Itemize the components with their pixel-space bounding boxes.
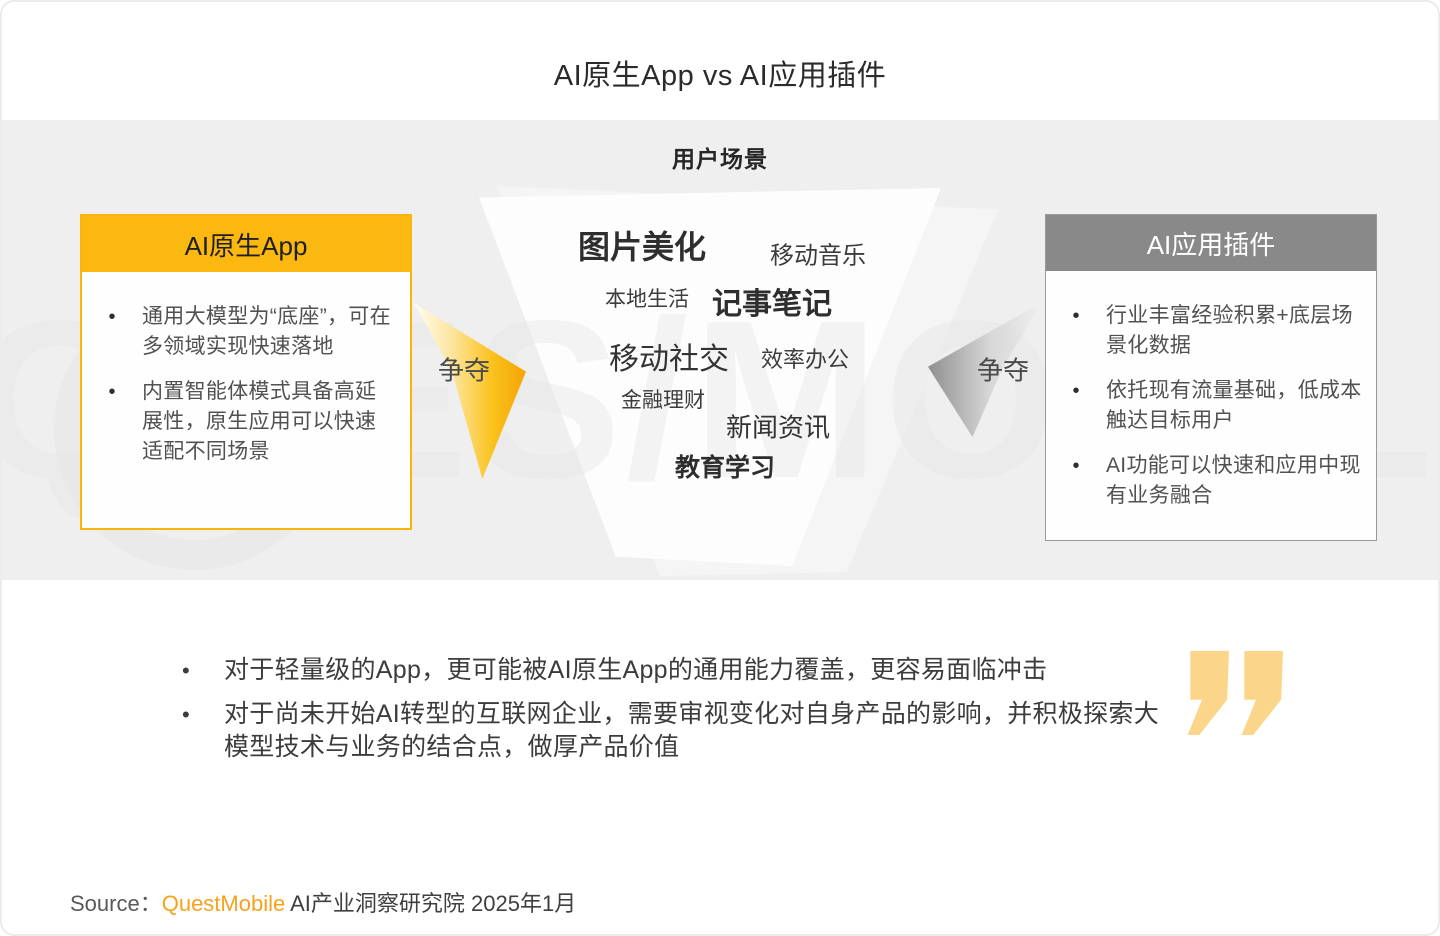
funnel-item-mobile-social: 移动社交	[609, 343, 729, 376]
closing-quote-icon	[1184, 651, 1284, 735]
funnel-item-photo-beautify: 图片美化	[577, 229, 707, 265]
scenario-heading: 用户场景	[672, 146, 768, 172]
bullet-dot-icon: •	[1072, 455, 1080, 477]
funnel-item-finance: 金融理财	[621, 389, 705, 412]
funnel-item-mobile-music: 移动音乐	[770, 242, 866, 270]
insight-text: 对于轻量级的App，更可能被AI原生App的通用能力覆盖，更容易面临冲击	[224, 656, 1048, 684]
bullet-dot-icon: •	[182, 658, 190, 683]
list-item: • 依托现有流量基础，低成本触达目标用户	[1046, 376, 1362, 436]
list-item: • 对于轻量级的App，更可能被AI原生App的通用能力覆盖，更容易面临冲击	[182, 654, 1182, 687]
compete-label-right: 争夺	[976, 355, 1030, 386]
bullet-dot-icon: •	[1072, 380, 1080, 402]
funnel-item-notes: 记事笔记	[712, 288, 832, 321]
source-label: Source：	[70, 891, 162, 916]
bullet-text: 通用大模型为“底座”，可在多领域实现快速落地	[142, 305, 391, 358]
compete-label-left: 争夺	[437, 355, 491, 386]
funnel-item-local-life: 本地生活	[605, 288, 689, 311]
bullet-dot-icon: •	[182, 702, 190, 727]
source-brand: QuestMobile	[161, 891, 286, 916]
list-item: • 对于尚未开始AI转型的互联网企业，需要审视变化对自身产品的影响，并积极探索大…	[182, 698, 1182, 764]
list-item: • 内置智能体模式具备高延展性，原生应用可以快速适配不同场景	[82, 377, 396, 467]
list-item: • 行业丰富经验积累+底层场景化数据	[1046, 301, 1362, 361]
bullet-text: AI功能可以快速和应用中现有业务融合	[1106, 454, 1361, 507]
source-line: Source：QuestMobile AI产业洞察研究院 2025年1月	[70, 886, 576, 918]
funnel-item-office-efficiency: 效率办公	[760, 347, 850, 372]
bullet-dot-icon: •	[108, 381, 116, 403]
ai-native-app-box-title: AI原生App	[82, 216, 410, 272]
scenario-band: 用户场景 QUES/MOBILE 图片美化 移动音乐 本地生活 记事笔记 移动社…	[2, 120, 1438, 580]
page-title: AI原生App vs AI应用插件	[553, 60, 887, 92]
ai-plugin-box-title: AI应用插件	[1046, 215, 1376, 271]
insights-list: • 对于轻量级的App，更可能被AI原生App的通用能力覆盖，更容易面临冲击 •…	[182, 654, 1182, 775]
compete-arrow-right-icon	[414, 303, 526, 479]
funnel-item-news: 新闻资讯	[725, 412, 831, 443]
ai-plugin-box-body: • 行业丰富经验积累+底层场景化数据 • 依托现有流量基础，低成本触达目标用户 …	[1046, 271, 1376, 511]
quote-comma-shape	[1241, 651, 1283, 735]
list-item: • 通用大模型为“底座”，可在多领域实现快速落地	[82, 302, 396, 362]
ai-plugin-box: AI应用插件 • 行业丰富经验积累+底层场景化数据 • 依托现有流量基础，低成本…	[1045, 214, 1377, 541]
bullet-dot-icon: •	[1072, 305, 1080, 327]
bullet-dot-icon: •	[108, 306, 116, 328]
infographic-page: AI原生App vs AI应用插件 用户场景 QUES/MOBILE 图片美化 …	[0, 0, 1440, 936]
funnel-item-education: 教育学习	[674, 454, 776, 482]
source-suffix: AI产业洞察研究院 2025年1月	[285, 891, 577, 916]
insight-text: 对于尚未开始AI转型的互联网企业，需要审视变化对自身产品的影响，并积极探索大模型…	[224, 700, 1160, 761]
ai-native-app-box-body: • 通用大模型为“底座”，可在多领域实现快速落地 • 内置智能体模式具备高延展性…	[82, 272, 410, 467]
quote-comma-shape	[1187, 651, 1229, 735]
bullet-text: 依托现有流量基础，低成本触达目标用户	[1106, 379, 1362, 432]
bullet-text: 行业丰富经验积累+底层场景化数据	[1106, 304, 1353, 357]
list-item: • AI功能可以快速和应用中现有业务融合	[1046, 451, 1362, 511]
ai-native-app-box: AI原生App • 通用大模型为“底座”，可在多领域实现快速落地 • 内置智能体…	[80, 214, 412, 530]
bullet-text: 内置智能体模式具备高延展性，原生应用可以快速适配不同场景	[142, 380, 377, 463]
